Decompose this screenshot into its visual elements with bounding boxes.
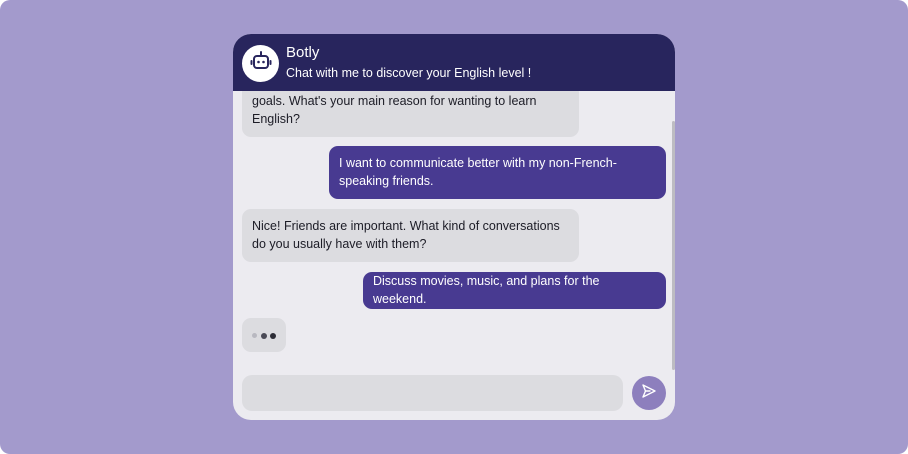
page-background: Botly Chat with me to discover your Engl… [0, 0, 908, 454]
bot-message: Nice! Friends are important. What kind o… [242, 209, 579, 262]
typing-dot [252, 333, 257, 338]
typing-indicator [242, 318, 286, 352]
message-text: I want to communicate better with my non… [339, 156, 617, 188]
user-message: I want to communicate better with my non… [329, 146, 666, 199]
message-scrollbar[interactable] [672, 91, 675, 370]
message-input[interactable] [242, 375, 623, 411]
typing-dot [261, 333, 267, 339]
typing-dot [270, 333, 276, 339]
send-icon [641, 383, 657, 404]
user-message: Discuss movies, music, and plans for the… [363, 272, 666, 309]
bot-tagline: Chat with me to discover your English le… [286, 66, 532, 80]
message-text: Discuss movies, music, and plans for the… [373, 274, 600, 306]
message-text: Nice! Friends are important. What kind o… [252, 219, 560, 251]
bot-name: Botly [286, 44, 320, 61]
robot-icon [250, 50, 272, 77]
message-list[interactable]: goals. What's your main reason for wanti… [233, 91, 675, 370]
message-text: goals. What's your main reason for wanti… [252, 94, 537, 126]
bot-message: goals. What's your main reason for wanti… [242, 91, 579, 137]
chat-header: Botly Chat with me to discover your Engl… [233, 34, 675, 91]
bot-avatar [242, 45, 279, 82]
send-button[interactable] [632, 376, 666, 410]
chat-window: Botly Chat with me to discover your Engl… [233, 34, 675, 420]
scrollbar-thumb[interactable] [672, 121, 675, 370]
